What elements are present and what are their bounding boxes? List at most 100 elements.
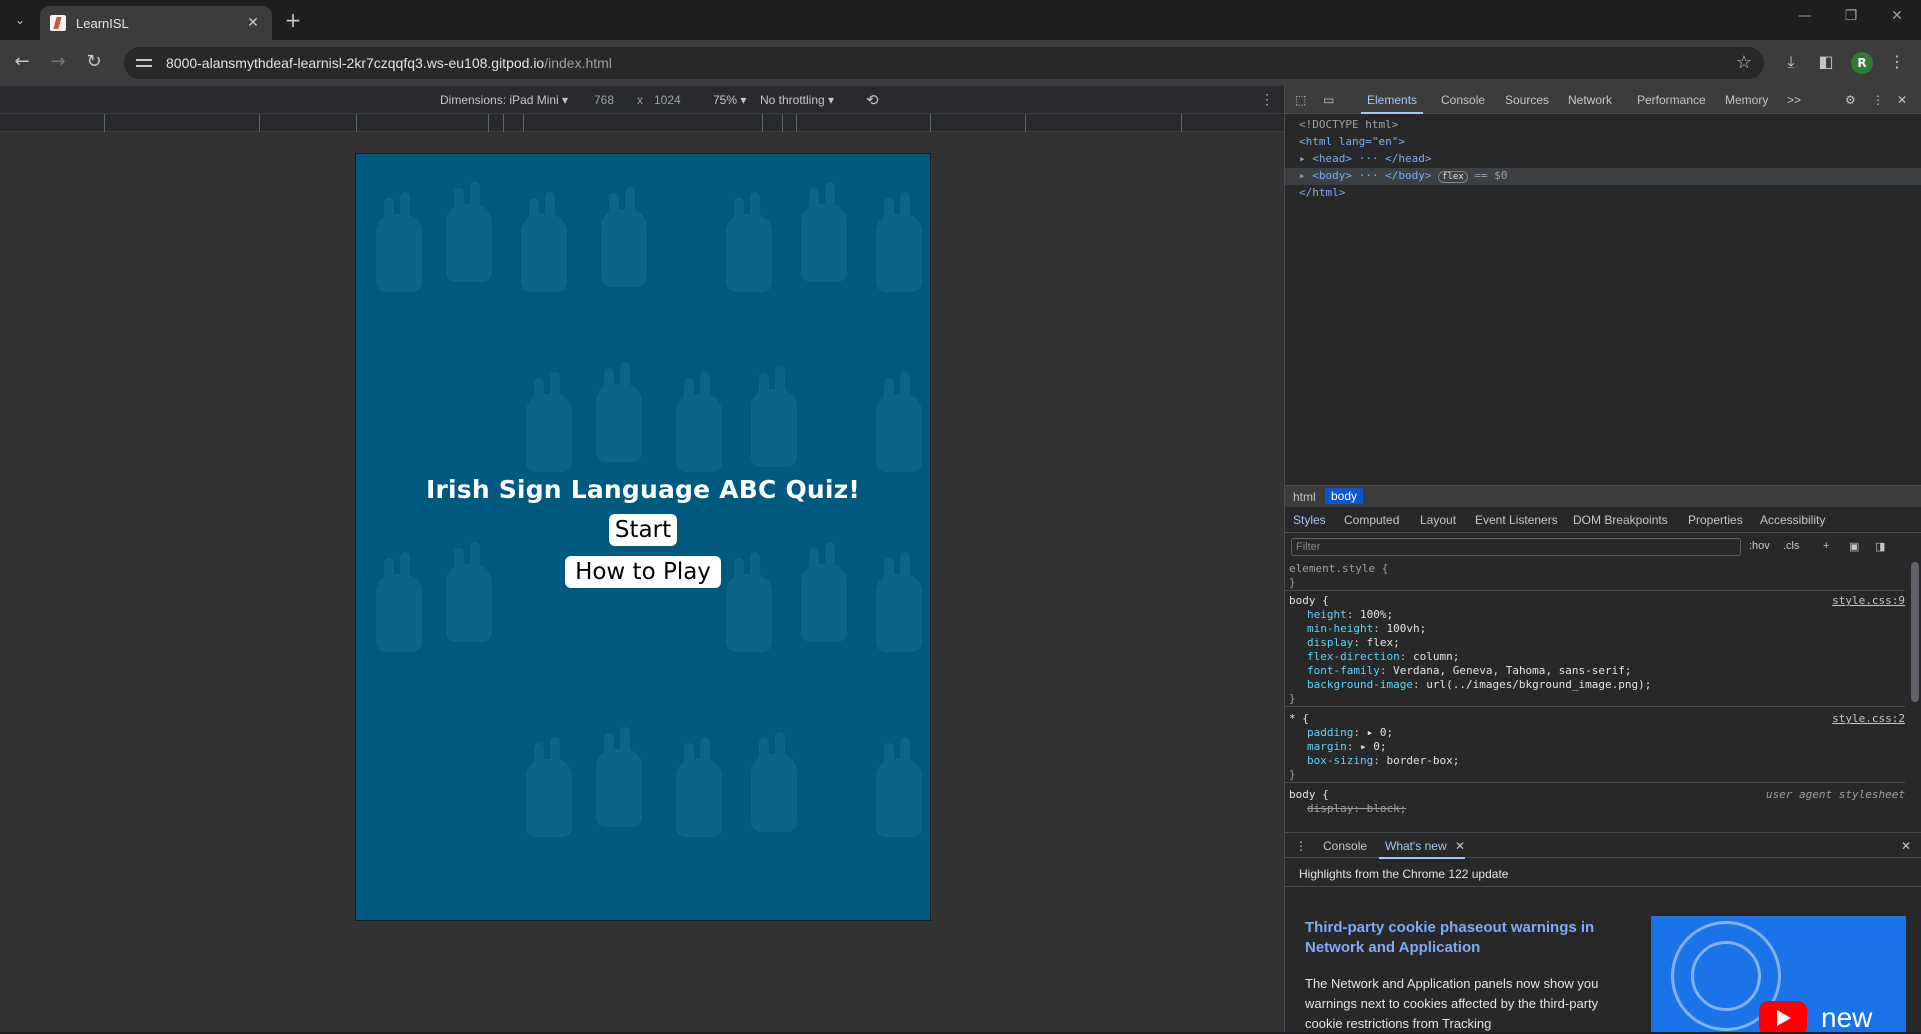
tab-dom-breakpoints[interactable]: DOM Breakpoints [1573, 513, 1668, 527]
device-select[interactable]: Dimensions: iPad Mini ▾ [440, 93, 568, 107]
hand-sign-image [876, 372, 922, 472]
hand-sign-image [376, 192, 422, 292]
devtools-menu-icon[interactable]: ⋮ [1872, 93, 1884, 107]
inspect-element-icon[interactable]: ⬚ [1295, 93, 1306, 107]
tab-close-icon[interactable]: ✕ [244, 15, 262, 31]
universal-rule-selector[interactable]: * { [1289, 712, 1309, 725]
body-rule-source-link[interactable]: style.css:9 [1832, 594, 1905, 607]
drawer-tab-console[interactable]: Console [1323, 839, 1367, 853]
css-prop[interactable]: padding: ▸ 0; [1307, 726, 1393, 739]
settings-gear-icon[interactable]: ⚙ [1845, 93, 1856, 107]
hand-sign-image [676, 737, 722, 837]
menu-kebab-icon[interactable]: ⋮ [1886, 52, 1908, 74]
tab-title: LearnISL [76, 15, 129, 31]
rotate-icon[interactable]: ⟲ [866, 91, 879, 109]
css-prop[interactable]: box-sizing: border-box; [1307, 754, 1459, 767]
ua-rule-selector[interactable]: body { [1289, 788, 1329, 801]
tab-network[interactable]: Network [1568, 93, 1612, 107]
restore-icon[interactable]: ❐ [1836, 8, 1866, 32]
styles-filter-input[interactable]: Filter [1291, 538, 1741, 556]
hand-sign-image [596, 727, 642, 827]
dom-html-open[interactable]: <html lang="en"> [1299, 135, 1405, 148]
side-panel-icon[interactable]: ◧ [1815, 52, 1837, 74]
css-prop[interactable]: background-image: url(../images/bkground… [1307, 678, 1651, 691]
tab-styles[interactable]: Styles [1293, 513, 1326, 527]
css-prop[interactable]: display: flex; [1307, 636, 1400, 649]
styles-pane: element.style { } body { style.css:9 hei… [1285, 560, 1905, 920]
back-icon[interactable]: ← [10, 51, 34, 75]
reload-icon[interactable]: ↻ [82, 51, 106, 75]
drawer-tabbar: ⋮ Console What's new ✕ ✕ [1285, 832, 1921, 859]
dom-html-close: </html> [1299, 186, 1346, 199]
throttling-select[interactable]: No throttling ▾ [760, 93, 834, 107]
hov-toggle[interactable]: :hov [1749, 540, 1770, 552]
tab-elements[interactable]: Elements [1360, 93, 1424, 114]
dom-body[interactable]: ▸ <body> ··· </body> flex == $0 [1299, 169, 1508, 183]
bookmark-star-icon[interactable]: ☆ [1736, 52, 1752, 73]
device-height-input[interactable]: 1024 [654, 93, 681, 107]
more-tabs-icon[interactable]: >> [1787, 93, 1801, 107]
avatar[interactable]: R [1851, 52, 1873, 74]
how-to-play-button[interactable]: How to Play [565, 556, 721, 588]
sidebar-toggle-icon[interactable]: ◨ [1875, 540, 1885, 553]
download-icon[interactable]: ⤓ [1780, 52, 1802, 74]
drawer-menu-icon[interactable]: ⋮ [1295, 839, 1307, 853]
css-prop[interactable]: font-family: Verdana, Geneva, Tahoma, sa… [1307, 664, 1632, 677]
tab-console[interactable]: Console [1441, 93, 1485, 107]
hand-sign-image [596, 362, 642, 462]
element-style-rule[interactable]: element.style { [1289, 562, 1388, 575]
forward-icon[interactable]: → [46, 51, 70, 75]
hand-sign-image [876, 737, 922, 837]
css-prop[interactable]: height: 100%; [1307, 608, 1393, 621]
tab-computed[interactable]: Computed [1344, 513, 1399, 527]
device-toggle-icon[interactable]: ▭ [1323, 93, 1334, 107]
tab-performance[interactable]: Performance [1637, 93, 1706, 107]
drawer-tab-whats-new[interactable]: What's new [1379, 839, 1465, 859]
youtube-play-icon[interactable] [1759, 1001, 1807, 1032]
device-width-input[interactable]: 768 [594, 93, 614, 107]
tab-sources[interactable]: Sources [1505, 93, 1549, 107]
device-more-icon[interactable]: ⋮ [1260, 91, 1274, 108]
hand-sign-image [751, 732, 797, 832]
tab-memory[interactable]: Memory [1725, 93, 1768, 107]
paint-icon[interactable]: ▣ [1849, 540, 1859, 553]
css-prop[interactable]: margin: ▸ 0; [1307, 740, 1387, 753]
styles-scrollbar[interactable] [1911, 562, 1919, 702]
start-button[interactable]: Start [608, 514, 678, 546]
zoom-select[interactable]: 75% ▾ [713, 93, 746, 107]
browser-tab[interactable]: LearnISL ✕ [40, 6, 272, 40]
body-rule-selector[interactable]: body { [1289, 594, 1329, 607]
breadcrumb-body[interactable]: body [1325, 488, 1364, 504]
address-bar[interactable]: 8000-alansmythdeaf-learnisl-2kr7czqqfq3.… [124, 47, 1764, 79]
dom-tree: <!DOCTYPE html> <html lang="en"> ▸ <head… [1285, 116, 1921, 486]
ua-prop-overridden[interactable]: display: block; [1307, 802, 1406, 815]
tab-search-chevron-icon[interactable]: ⌄ [8, 8, 32, 32]
tab-accessibility[interactable]: Accessibility [1760, 513, 1825, 527]
quiz-intro: Irish Sign Language ABC Quiz! Start How … [356, 475, 930, 588]
breadcrumb-html[interactable]: html [1293, 490, 1316, 504]
close-devtools-icon[interactable]: ✕ [1897, 93, 1907, 107]
hand-sign-image [676, 372, 722, 472]
url-text: 8000-alansmythdeaf-learnisl-2kr7czqqfq3.… [166, 55, 612, 71]
minimize-icon[interactable]: — [1790, 8, 1820, 32]
universal-rule-source-link[interactable]: style.css:2 [1832, 712, 1905, 725]
new-rule-icon[interactable]: + [1823, 540, 1829, 552]
css-prop[interactable]: min-height: 100vh; [1307, 622, 1426, 635]
tab-properties[interactable]: Properties [1688, 513, 1743, 527]
close-whats-new-icon[interactable]: ✕ [1455, 839, 1465, 853]
tab-layout[interactable]: Layout [1420, 513, 1456, 527]
dom-head[interactable]: ▸ <head> ··· </head> [1299, 152, 1431, 165]
close-window-icon[interactable]: ✕ [1882, 8, 1912, 32]
site-info-icon[interactable] [136, 56, 152, 70]
news-title-link[interactable]: Third-party cookie phaseout warnings in … [1305, 918, 1625, 958]
hand-sign-image [526, 372, 572, 472]
devtools-panel: ⬚ ▭ Elements Console Sources Network Per… [1284, 86, 1921, 1032]
flex-badge[interactable]: flex [1438, 171, 1468, 183]
close-drawer-icon[interactable]: ✕ [1901, 839, 1911, 853]
cls-toggle[interactable]: .cls [1783, 540, 1800, 552]
css-prop[interactable]: flex-direction: column; [1307, 650, 1459, 663]
tab-strip: ⌄ LearnISL ✕ + — ❐ ✕ [0, 0, 1921, 40]
news-video-thumbnail[interactable]: new [1651, 916, 1906, 1032]
new-tab-button[interactable]: + [280, 8, 306, 34]
tab-event-listeners[interactable]: Event Listeners [1475, 513, 1558, 527]
